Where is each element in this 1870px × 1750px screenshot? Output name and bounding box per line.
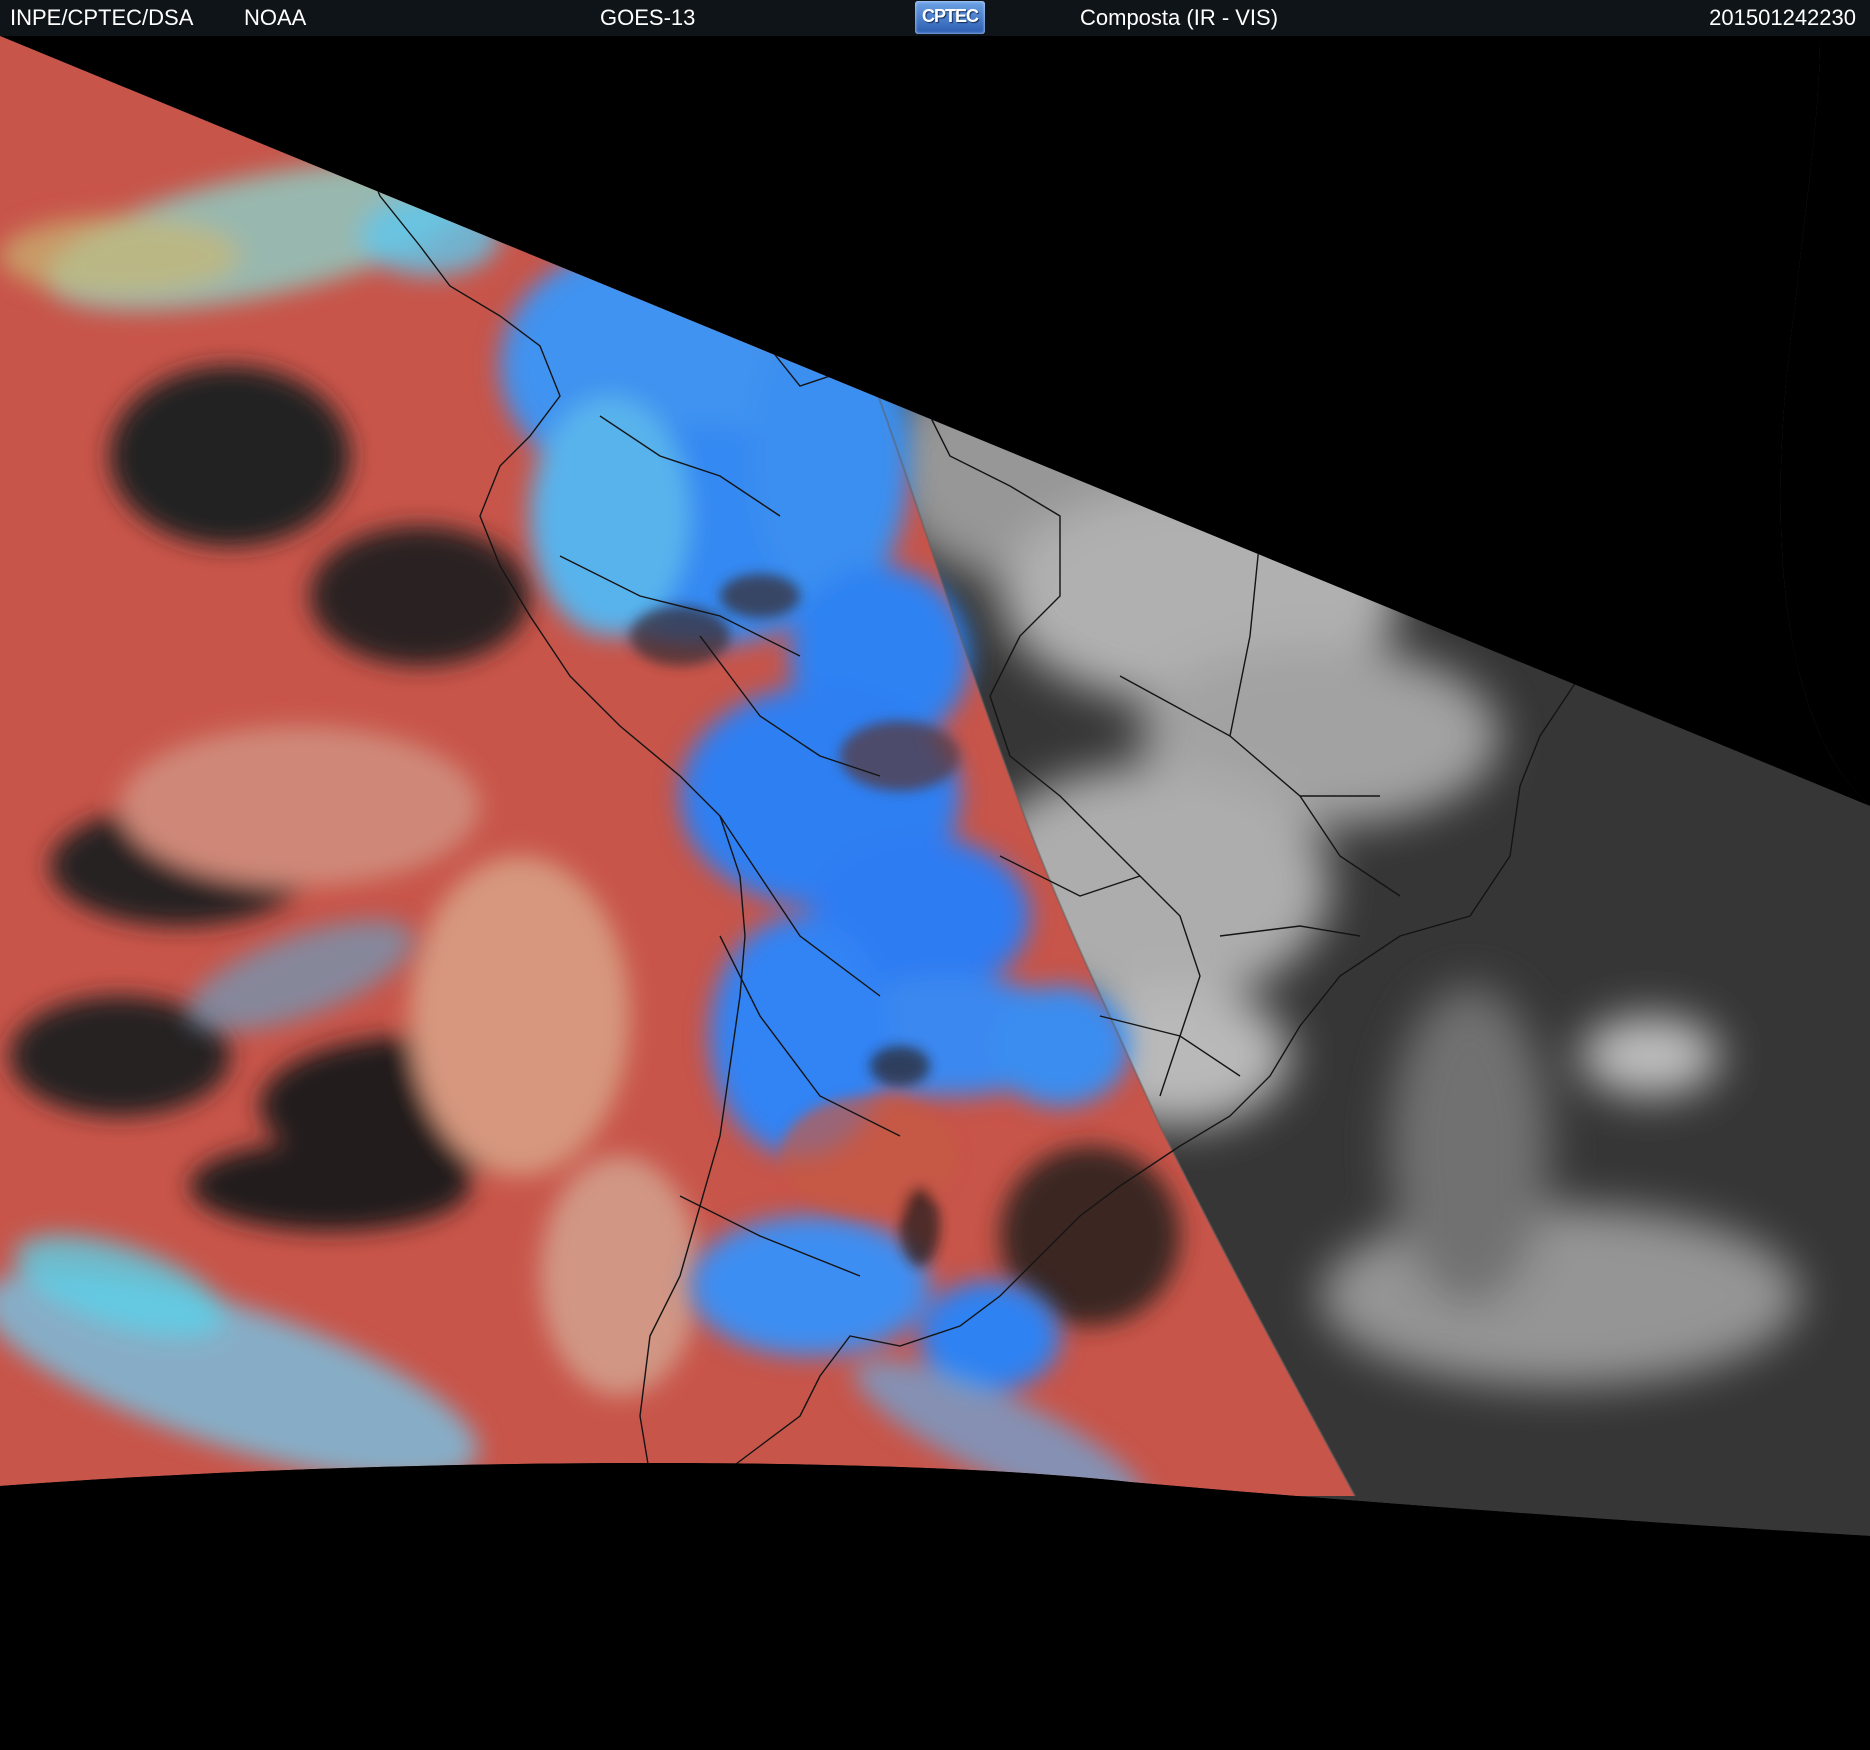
product-label: Composta (IR - VIS) [1080,5,1279,30]
satellite-label: GOES-13 [600,5,696,30]
clear-sky-area [110,366,350,546]
satellite-composite-map [0,36,1870,1750]
cptec-logo-icon: CPTEC [915,1,985,34]
image-header-bar: INPE/CPTEC/DSA NOAA GOES-13 CPTEC Compos… [0,0,1870,36]
logo-text: CPTEC [921,6,979,26]
agency-label: NOAA [244,5,307,30]
satellite-image-viewer: INPE/CPTEC/DSA NOAA GOES-13 CPTEC Compos… [0,0,1870,1750]
institution-label: INPE/CPTEC/DSA [10,5,194,30]
timestamp-label: 201501242230 [1709,5,1856,30]
